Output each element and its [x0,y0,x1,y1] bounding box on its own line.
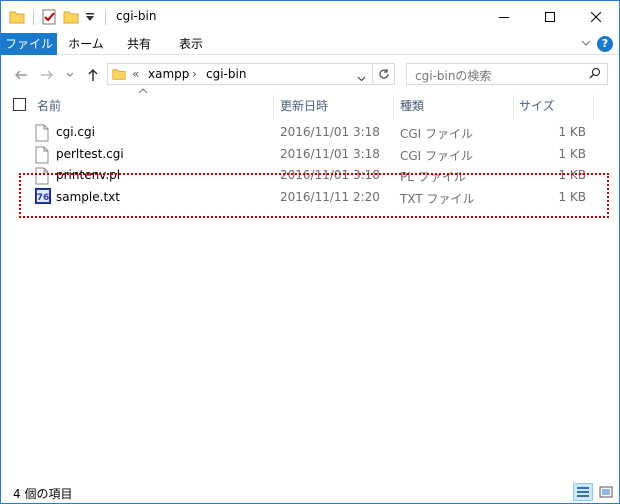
column-headers: 名前 更新日時 種類 サイズ [1,88,619,119]
select-all-checkbox[interactable] [13,98,26,111]
column-header-name[interactable]: 名前 [37,97,61,114]
large-icons-view-button[interactable] [596,483,616,501]
up-button[interactable] [83,65,103,85]
file-size: 1 KB [558,147,586,161]
column-header-type[interactable]: 種類 [400,97,424,114]
maximize-icon [545,11,555,22]
search-icon[interactable] [589,67,601,82]
refresh-icon [378,69,389,79]
navigation-bar: « xampp › cgi-bin cgi-binの検索 [1,55,619,95]
chevron-down-icon [66,72,74,77]
column-divider[interactable] [273,95,274,119]
back-arrow-icon [14,70,27,80]
new-folder-icon[interactable] [63,9,79,28]
minimize-icon [499,16,509,18]
document-icon [35,146,49,167]
back-button[interactable] [11,65,31,85]
breadcrumb-item-cgi-bin[interactable]: cgi-bin [206,67,246,81]
column-header-size[interactable]: サイズ [519,97,555,114]
column-divider[interactable] [393,95,394,119]
help-icon[interactable]: ? [597,36,613,52]
forward-arrow-icon [41,70,54,80]
file-type: CGI ファイル [400,149,474,163]
annotation-highlight-box [19,173,609,218]
file-name[interactable]: cgi.cgi [56,125,95,139]
address-history-icon[interactable] [357,71,366,85]
refresh-button[interactable] [373,63,395,85]
folder-icon [9,9,25,28]
close-icon [591,11,601,22]
window-title: cgi-bin [116,9,157,23]
column-header-date[interactable]: 更新日時 [280,97,328,114]
maximize-button[interactable] [527,1,573,32]
breadcrumb-separator[interactable]: › [192,67,197,81]
toolbar-separator [33,10,34,25]
search-box[interactable]: cgi-binの検索 [406,63,608,85]
item-count: 4 個の項目 [13,487,73,501]
title-bar: cgi-bin [1,1,619,33]
properties-icon[interactable] [41,9,57,28]
status-bar: 4 個の項目 [1,481,619,503]
column-divider[interactable] [593,95,594,119]
folder-icon [112,67,126,84]
expand-ribbon-icon[interactable] [581,37,591,50]
recent-locations-button[interactable] [63,65,77,85]
large-icons-view-icon [599,486,613,498]
tab-file[interactable]: ファイル [1,33,57,55]
search-placeholder: cgi-binの検索 [415,69,492,83]
sort-ascending-icon [138,86,148,97]
file-date: 2016/11/01 3:18 [280,125,380,139]
forward-button[interactable] [37,65,57,85]
details-view-button[interactable] [573,483,593,501]
tab-home[interactable]: ホーム [63,33,109,55]
breadcrumb-overflow[interactable]: « [132,67,139,81]
tab-view[interactable]: 表示 [169,33,213,55]
file-size: 1 KB [558,125,586,139]
details-view-icon [577,487,589,497]
breadcrumb-item-xampp[interactable]: xampp [148,67,189,81]
file-name[interactable]: perltest.cgi [56,147,124,161]
customize-toolbar-icon[interactable] [85,11,95,25]
document-icon [35,124,49,145]
column-divider[interactable] [513,95,514,119]
file-row[interactable]: perltest.cgi 2016/11/01 3:18 CGI ファイル 1 … [1,144,619,166]
file-type: CGI ファイル [400,127,474,141]
close-button[interactable] [573,1,619,32]
address-bar[interactable]: « xampp › cgi-bin [107,63,373,85]
up-arrow-icon [88,68,98,81]
minimize-button[interactable] [481,1,527,32]
ribbon-tabs: ファイル ホーム 共有 表示 ? [1,33,619,55]
file-row[interactable]: cgi.cgi 2016/11/01 3:18 CGI ファイル 1 KB [1,122,619,144]
tab-share[interactable]: 共有 [117,33,161,55]
toolbar-separator [105,10,106,25]
file-date: 2016/11/01 3:18 [280,147,380,161]
explorer-window: cgi-bin ファイル ホーム 共有 表示 ? « xampp › cgi-b… [0,0,620,504]
